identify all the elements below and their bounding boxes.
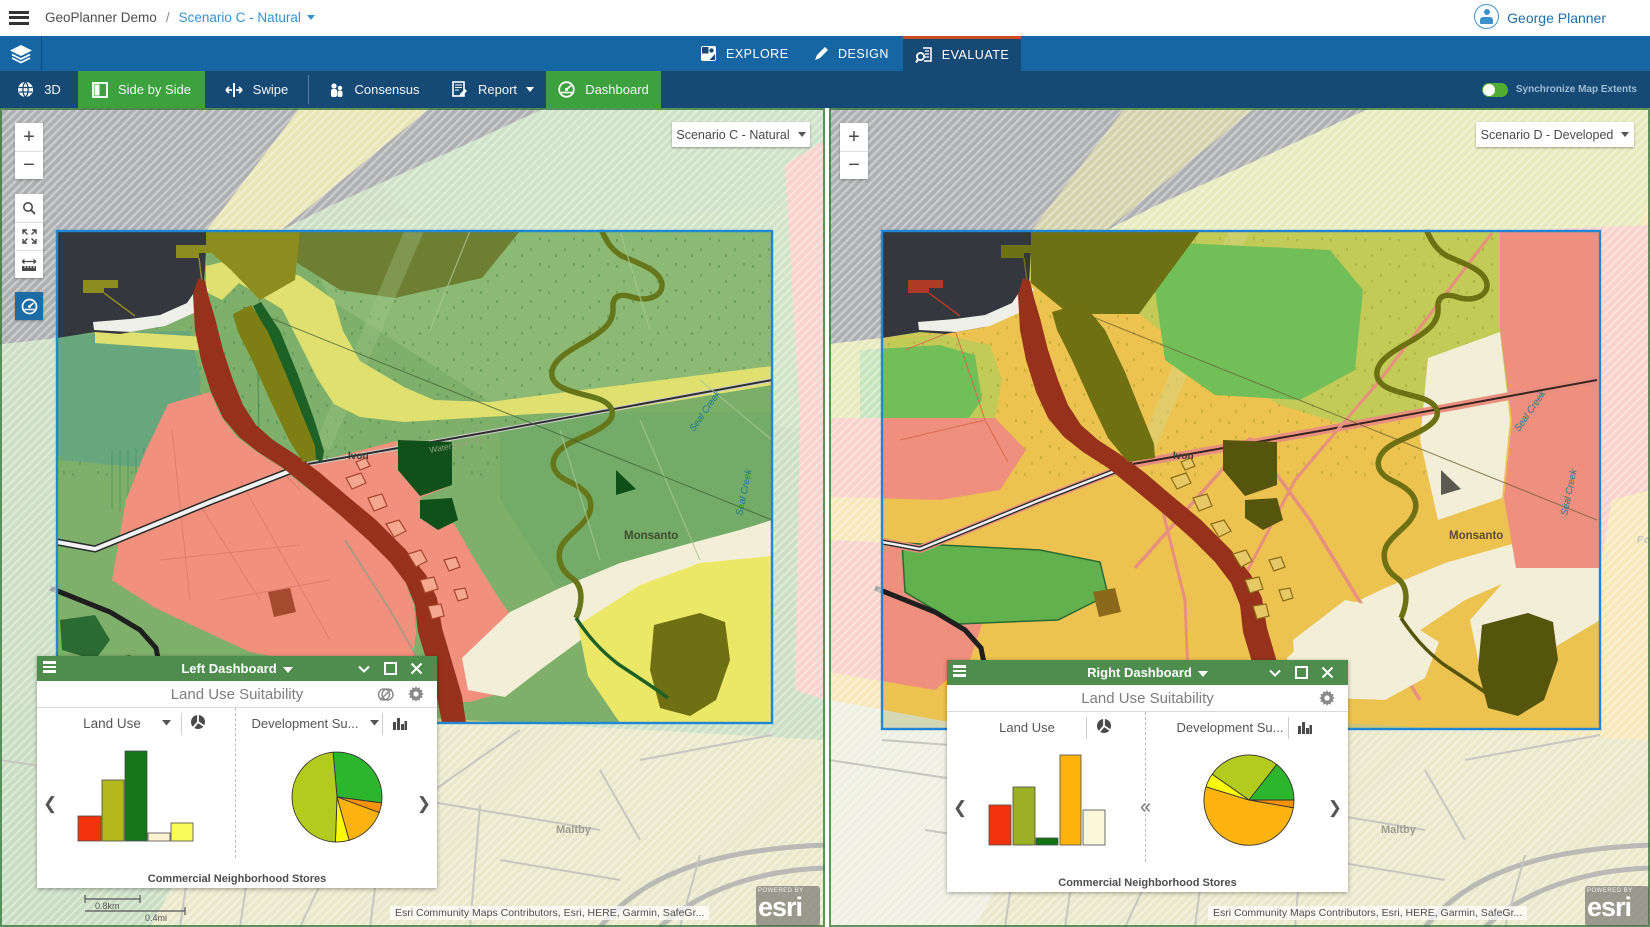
- svg-text:Monsanto: Monsanto: [1449, 530, 1503, 542]
- svg-text:0.4mi: 0.4mi: [145, 913, 167, 923]
- svg-text:0.8km: 0.8km: [95, 901, 120, 911]
- svg-text:lvon: lvon: [1173, 451, 1194, 462]
- svg-text:Maltby: Maltby: [556, 824, 592, 836]
- svg-text:Maltby: Maltby: [1381, 824, 1417, 836]
- svg-text:lvon: lvon: [348, 451, 369, 462]
- svg-text:Monsanto: Monsanto: [624, 530, 678, 542]
